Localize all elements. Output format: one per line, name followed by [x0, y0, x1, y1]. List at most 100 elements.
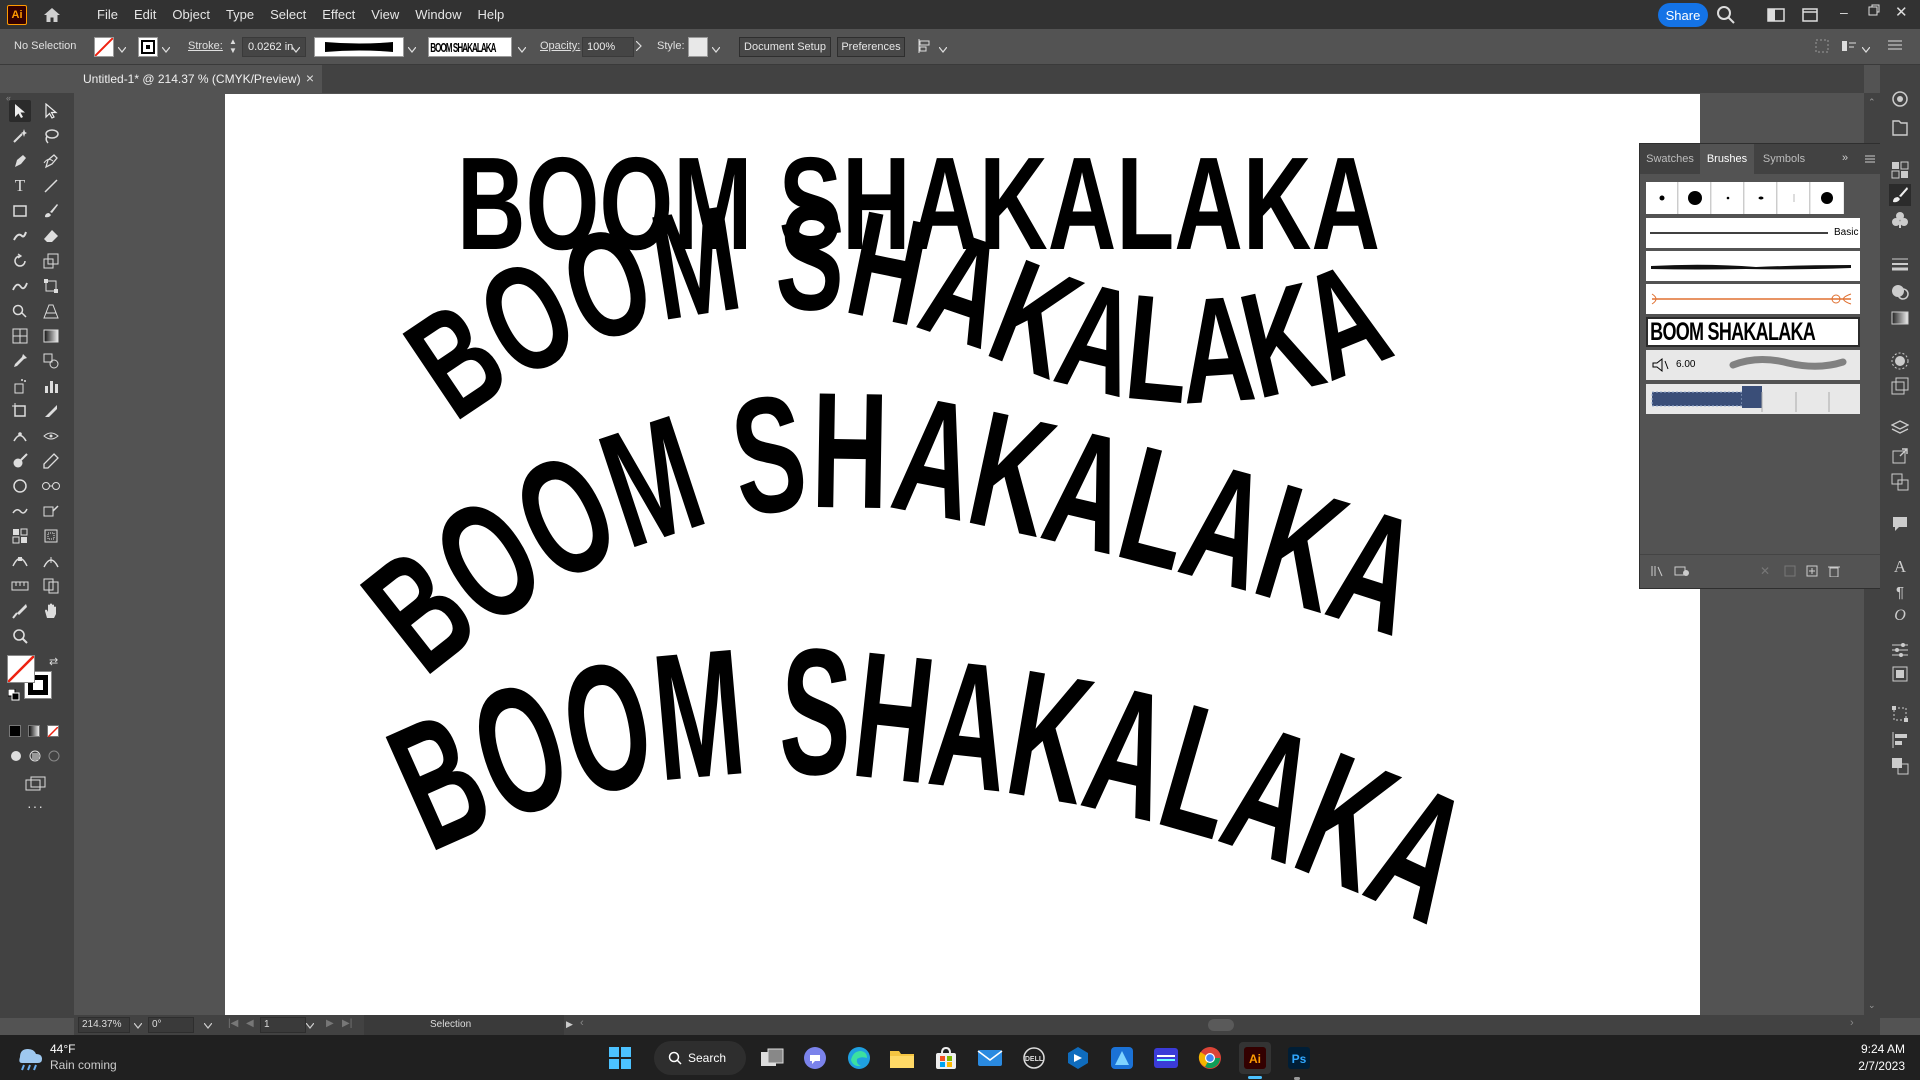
panel-options-icon[interactable]	[1841, 39, 1857, 56]
brush-round-medium[interactable]	[1811, 182, 1843, 214]
none-mode-icon[interactable]	[47, 725, 59, 738]
menu-object[interactable]: Object	[164, 0, 218, 29]
draw-behind-icon[interactable]	[28, 749, 42, 766]
opacity-field[interactable]: 100%	[582, 37, 634, 57]
anchor-point-tool-icon[interactable]	[9, 550, 31, 572]
magic-wand-tool-icon[interactable]	[9, 125, 31, 147]
opacity-label[interactable]: Opacity:	[540, 40, 580, 52]
libraries-panel-icon[interactable]	[1674, 565, 1690, 580]
chevron-right-icon[interactable]	[635, 40, 642, 54]
tab-brushes[interactable]: Brushes	[1700, 144, 1754, 174]
workspace-icon[interactable]	[1767, 8, 1785, 25]
previous-artboard-icon[interactable]: ◀	[246, 1018, 254, 1029]
chrome-icon[interactable]	[1194, 1042, 1226, 1074]
clock-time[interactable]: 9:24 AM	[1855, 1042, 1905, 1056]
gradient-panel-icon[interactable]	[1889, 307, 1911, 329]
shaper-tool-icon[interactable]	[9, 225, 31, 247]
new-brush-icon[interactable]	[1806, 565, 1818, 580]
status-menu-icon[interactable]: ▶	[566, 1019, 573, 1030]
brush-libraries-icon[interactable]	[1650, 565, 1664, 580]
chevron-down-icon[interactable]	[711, 42, 721, 56]
chevron-down-icon[interactable]	[117, 42, 127, 56]
brushes-icon[interactable]	[1889, 184, 1911, 206]
slice-tool-icon[interactable]	[40, 400, 62, 422]
rotation-field[interactable]: 0°	[148, 1017, 194, 1033]
width-tool-icon[interactable]	[40, 425, 62, 447]
remove-brush-stroke-icon[interactable]: ✕	[1760, 564, 1770, 578]
chevron-down-icon[interactable]	[161, 42, 171, 56]
free-transform-tool-icon[interactable]	[40, 275, 62, 297]
chevron-down-icon[interactable]	[938, 42, 948, 56]
file-explorer-icon[interactable]	[886, 1042, 918, 1074]
zoom-field[interactable]: 214.37%	[78, 1017, 130, 1033]
artboard-number-field[interactable]: 1	[260, 1017, 306, 1033]
direct-selection-tool-icon[interactable]	[40, 100, 62, 122]
warp-tool-icon[interactable]	[9, 275, 31, 297]
fill-color-swatch[interactable]	[7, 655, 35, 683]
illustrator-taskbar-icon[interactable]: Ai	[1239, 1042, 1271, 1074]
line-segment-tool-icon[interactable]	[40, 175, 62, 197]
tab-swatches[interactable]: Swatches	[1642, 144, 1698, 174]
share-button[interactable]: Share	[1658, 3, 1708, 27]
preferences-button[interactable]: Preferences	[837, 37, 905, 57]
weather-rain-icon[interactable]	[14, 1043, 44, 1074]
scroll-left-icon[interactable]: ‹	[580, 1017, 584, 1029]
color-mode-icon[interactable]	[9, 725, 21, 737]
brush-round-small[interactable]	[1646, 182, 1678, 214]
eraser-tool-icon[interactable]	[40, 225, 62, 247]
export-icon[interactable]	[1889, 445, 1911, 467]
stroke-label[interactable]: Stroke:	[188, 40, 223, 52]
comments-icon[interactable]	[1889, 513, 1911, 535]
appearance-icon[interactable]	[1889, 350, 1911, 372]
mail-icon[interactable]	[974, 1042, 1006, 1074]
menu-file[interactable]: File	[89, 0, 126, 29]
home-icon[interactable]	[41, 5, 63, 25]
chevron-down-icon[interactable]: ⌄	[1868, 1000, 1876, 1011]
artwork-text-line-4[interactable]: BOOM SHAKALAKA	[364, 611, 1497, 961]
symbols-icon[interactable]	[1889, 209, 1911, 231]
dell-icon[interactable]: DELL	[1018, 1042, 1050, 1074]
crop-image-tool-icon[interactable]	[40, 475, 62, 497]
tab-symbols[interactable]: Symbols	[1756, 144, 1812, 174]
next-artboard-icon[interactable]: ▶	[326, 1018, 334, 1029]
menu-edit[interactable]: Edit	[126, 0, 164, 29]
artboards-icon[interactable]	[1889, 471, 1911, 493]
chevron-down-icon[interactable]	[517, 42, 527, 56]
hand-tool-icon[interactable]	[40, 600, 62, 622]
puppet-warp-tool-icon[interactable]	[9, 425, 31, 447]
align-icon[interactable]	[918, 38, 934, 57]
add-anchor-point-tool-icon[interactable]	[40, 550, 62, 572]
brush-charcoal[interactable]	[1646, 251, 1860, 281]
chevron-down-icon[interactable]	[407, 42, 417, 56]
trash-icon[interactable]	[1828, 565, 1840, 580]
expand-panel-icon[interactable]: »	[1842, 152, 1848, 164]
live-paint-bucket-tool-icon[interactable]	[9, 525, 31, 547]
selection-tool-icon[interactable]	[9, 100, 31, 122]
chevron-down-icon[interactable]	[133, 1020, 143, 1032]
stroke-panel-icon[interactable]	[1889, 253, 1911, 275]
default-fill-stroke-icon[interactable]	[7, 688, 20, 701]
brush-options-icon[interactable]	[1784, 565, 1796, 580]
microsoft-store-icon[interactable]	[930, 1042, 962, 1074]
brush-bristle[interactable]: 6.00	[1646, 350, 1860, 380]
gradient-mode-icon[interactable]	[28, 725, 40, 737]
stroke-swatch[interactable]	[138, 37, 158, 57]
adjustments-icon[interactable]	[1889, 639, 1911, 661]
minimize-icon[interactable]: –	[1840, 4, 1848, 20]
menu-effect[interactable]: Effect	[314, 0, 363, 29]
tool-status[interactable]: Selection	[364, 1015, 564, 1035]
document-setup-button[interactable]: Document Setup	[739, 37, 831, 57]
teams-chat-icon[interactable]	[799, 1042, 831, 1074]
scale-tool-icon[interactable]	[40, 250, 62, 272]
menu-view[interactable]: View	[363, 0, 407, 29]
menu-help[interactable]: Help	[469, 0, 512, 29]
perspective-grid-tool-icon[interactable]	[40, 300, 62, 322]
ellipse-tool-icon[interactable]	[9, 475, 31, 497]
knife-tool-icon[interactable]	[9, 600, 31, 622]
pen-tool-icon[interactable]	[9, 150, 31, 172]
edit-toolbar-icon[interactable]: ···	[27, 798, 44, 814]
artboard[interactable]: BOOM SHAKALAKA BOOM SHAKALAKA BOOM SHAKA…	[225, 94, 1700, 1015]
windows-start-icon[interactable]	[604, 1042, 636, 1074]
layers-icon[interactable]	[1889, 417, 1911, 439]
brush-thin[interactable]	[1778, 182, 1810, 214]
